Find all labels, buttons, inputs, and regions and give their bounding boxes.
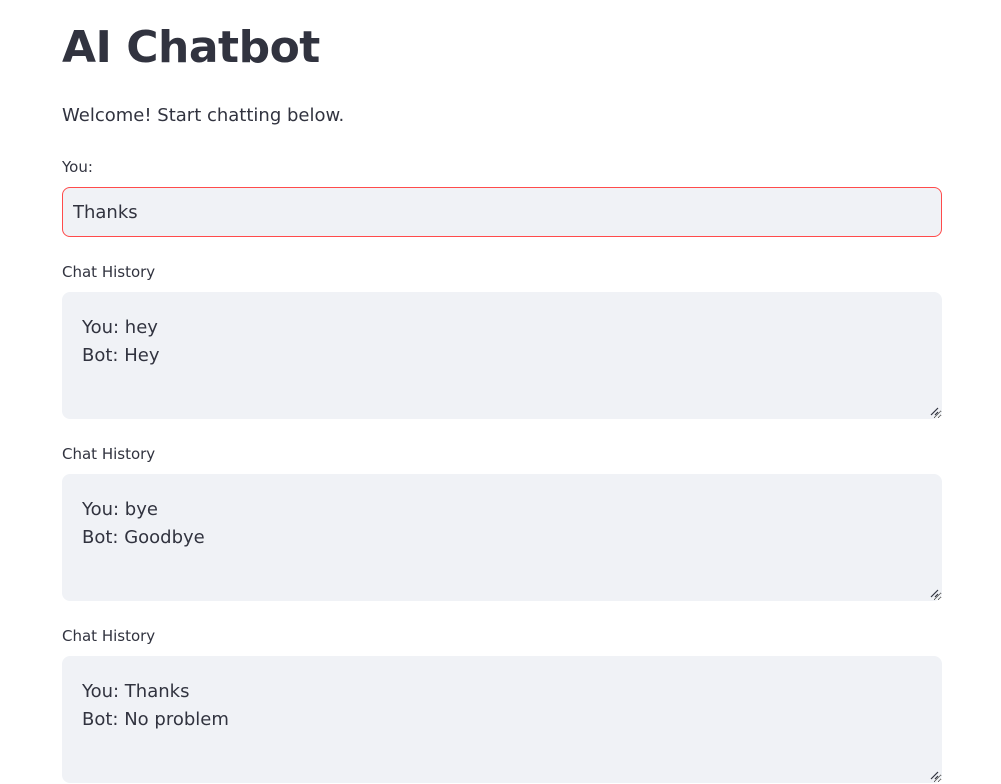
chat-history-textarea[interactable]: You: hey Bot: Hey [62, 292, 942, 419]
chat-history-line: Bot: No problem [82, 709, 229, 730]
resize-handle-icon[interactable] [930, 771, 939, 780]
welcome-message: Welcome! Start chatting below. [62, 105, 345, 126]
chat-history-line: Bot: Goodbye [82, 527, 205, 548]
chat-history-line: You: hey [82, 317, 158, 338]
chat-history-label: Chat History [62, 445, 156, 463]
chat-history-textarea[interactable]: You: bye Bot: Goodbye [62, 474, 942, 601]
chat-history-line: Bot: Hey [82, 345, 160, 366]
chat-history-line: You: bye [82, 499, 158, 520]
chat-history-line: You: Thanks [82, 681, 190, 702]
resize-handle-icon[interactable] [930, 407, 939, 416]
chatbot-page: AI Chatbot Welcome! Start chatting below… [0, 0, 1001, 784]
chat-history-label: Chat History [62, 627, 156, 645]
resize-handle-icon[interactable] [930, 589, 939, 598]
chat-history-textarea[interactable]: You: Thanks Bot: No problem [62, 656, 942, 783]
you-input[interactable] [62, 187, 942, 237]
you-input-label: You: [62, 158, 93, 176]
chat-history-label: Chat History [62, 263, 156, 281]
page-title: AI Chatbot [62, 22, 320, 73]
